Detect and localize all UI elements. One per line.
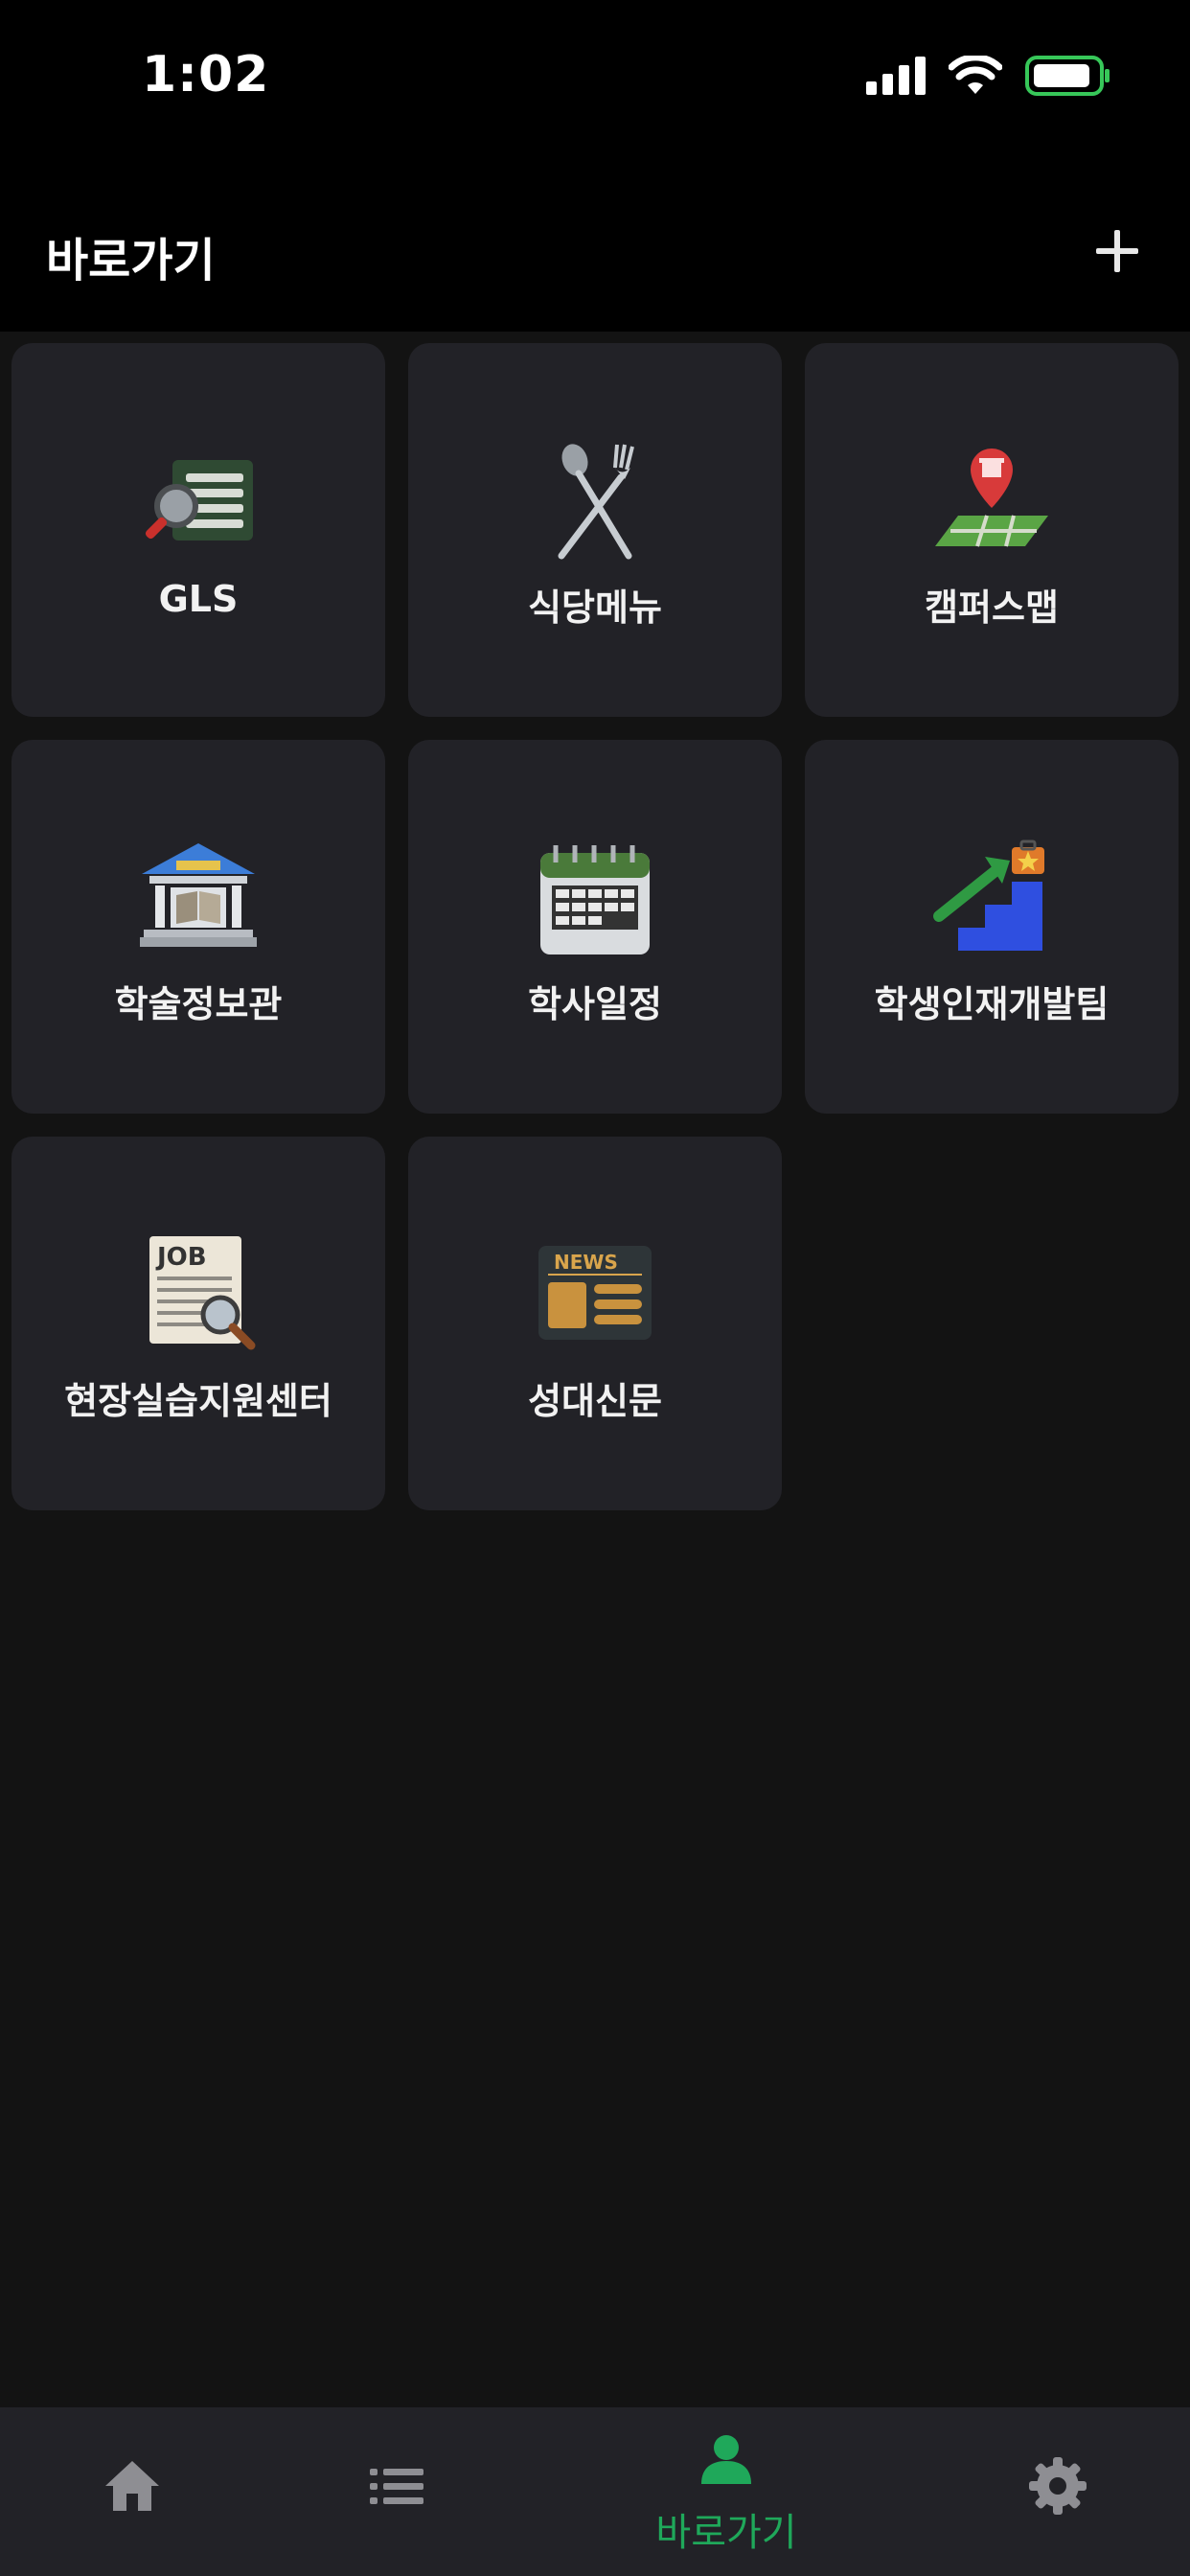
job-search-icon: JOB <box>149 1236 256 1350</box>
tile-label: 성대신문 <box>528 1380 662 1422</box>
tile-library[interactable]: 학술정보관 <box>11 740 385 1114</box>
tile-label: 현장실습지원센터 <box>64 1380 332 1422</box>
svg-text:JOB: JOB <box>155 1243 207 1272</box>
person-icon <box>701 2435 751 2484</box>
tile-gls[interactable]: GLS <box>11 343 385 717</box>
tile-campus-newspaper[interactable]: NEWS 성대신문 <box>408 1137 782 1510</box>
tile-talent-development-team[interactable]: 학생인재개발팀 <box>805 740 1179 1114</box>
status-icons <box>866 56 1111 96</box>
tile-label: 학술정보관 <box>114 983 283 1025</box>
newspaper-icon: NEWS <box>538 1246 652 1340</box>
tab-shortcuts[interactable]: 바로가기 <box>630 2407 822 2576</box>
battery-icon <box>1025 56 1110 96</box>
tab-list[interactable] <box>301 2407 492 2576</box>
tab-label: 바로가기 <box>655 2511 797 2555</box>
tab-bar: 바로가기 <box>0 2407 1190 2576</box>
home-icon <box>105 2461 159 2511</box>
list-icon <box>370 2469 423 2504</box>
tile-label: 식당메뉴 <box>528 586 662 629</box>
tile-label: GLS <box>158 578 239 620</box>
header: 바로가기 <box>0 153 1190 332</box>
tile-field-practice-center[interactable]: JOB 현장실습지원센터 <box>11 1137 385 1510</box>
fork-spoon-icon <box>558 444 634 560</box>
tile-cafeteria-menu[interactable]: 식당메뉴 <box>408 343 782 717</box>
plus-icon <box>1096 230 1138 272</box>
gear-icon <box>1029 2457 1087 2515</box>
career-stairs-icon <box>933 840 1044 951</box>
page-title: 바로가기 <box>46 234 216 288</box>
add-shortcut-button[interactable] <box>1087 220 1148 282</box>
calendar-icon <box>540 845 650 954</box>
document-search-icon <box>145 460 253 540</box>
tile-campus-map[interactable]: 캠퍼스맵 <box>805 343 1179 717</box>
cellular-signal-icon <box>866 57 926 95</box>
tile-academic-calendar[interactable]: 학사일정 <box>408 740 782 1114</box>
tile-label: 학사일정 <box>528 983 662 1025</box>
status-bar: 1:02 <box>0 0 1190 153</box>
status-time: 1:02 <box>142 46 270 104</box>
tile-label: 학생인재개발팀 <box>874 983 1110 1025</box>
tab-settings[interactable] <box>962 2407 1154 2576</box>
library-icon <box>140 843 257 947</box>
map-pin-icon <box>935 448 1048 547</box>
tab-home[interactable] <box>36 2407 228 2576</box>
wifi-icon <box>949 56 1002 94</box>
tile-label: 캠퍼스맵 <box>925 586 1059 629</box>
svg-text:NEWS: NEWS <box>554 1251 618 1274</box>
